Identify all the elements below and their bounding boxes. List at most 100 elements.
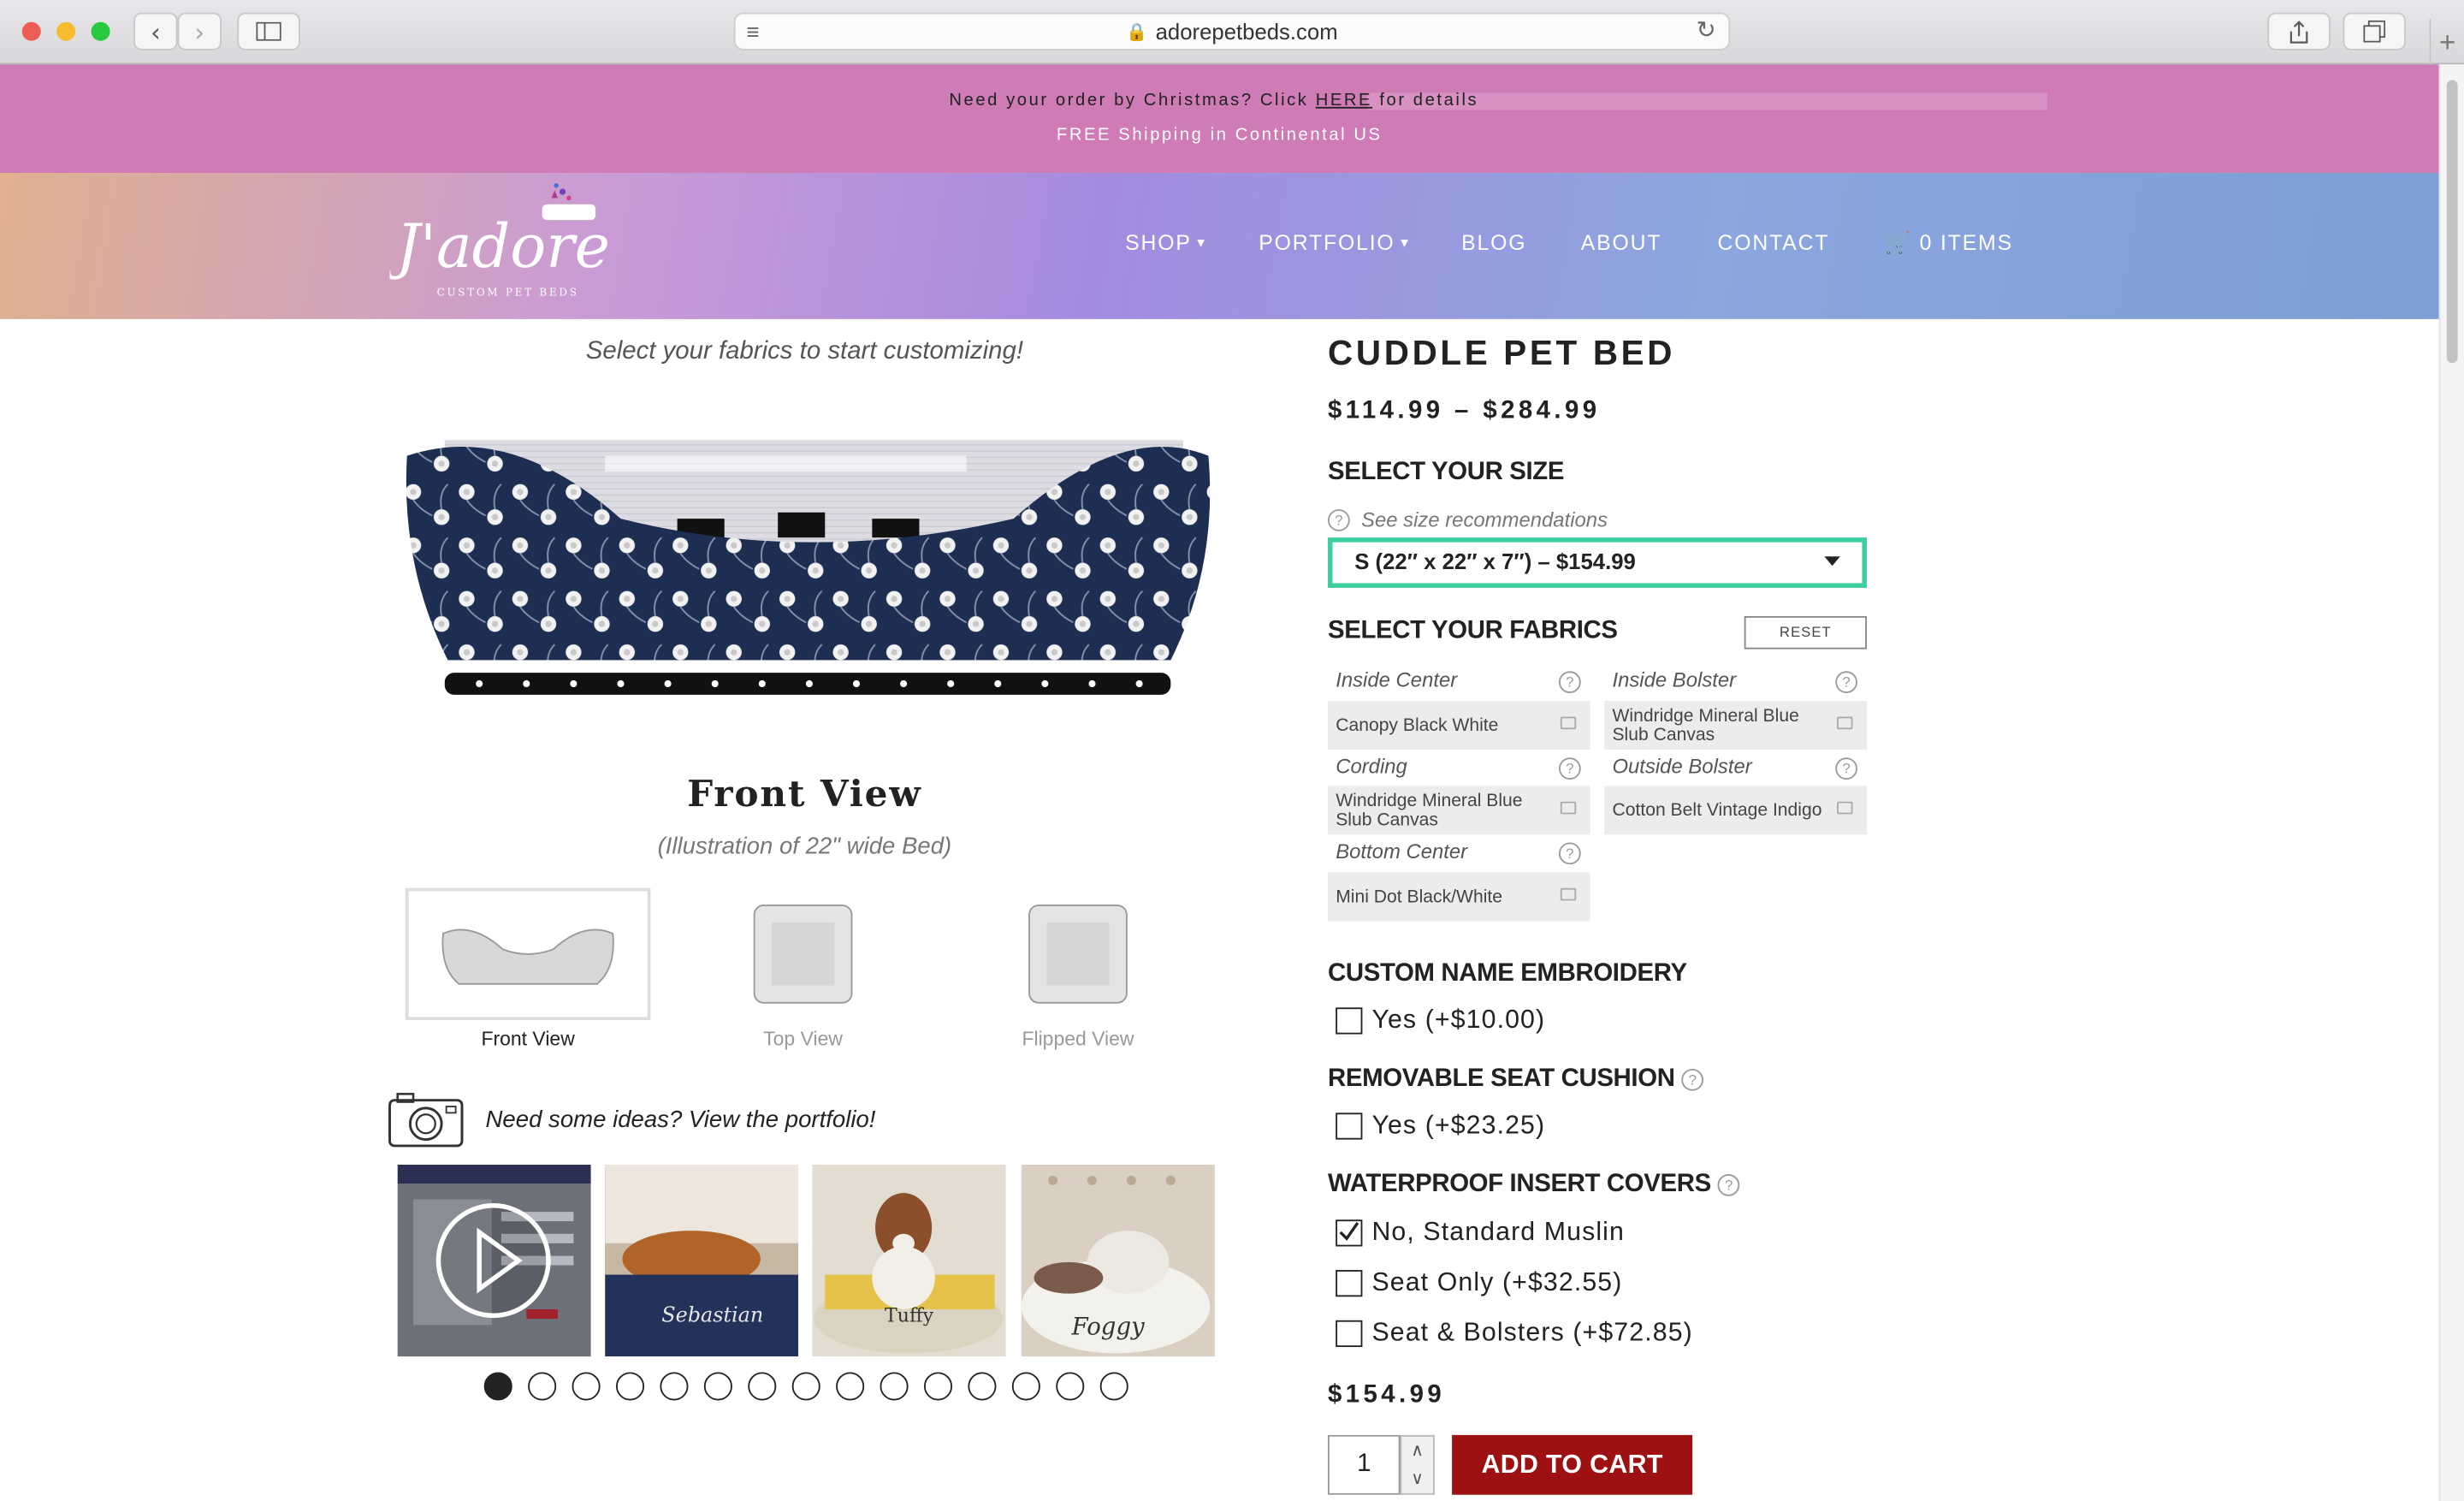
portfolio-prompt[interactable]: Need some ideas? View the portfolio! — [486, 1106, 876, 1133]
promo-christmas-text: Need your order by Christmas? Click HERE… — [949, 92, 1478, 110]
carousel-dot[interactable] — [748, 1372, 777, 1402]
carousel-dot[interactable] — [1099, 1372, 1128, 1402]
size-select[interactable]: S (22″ x 22″ x 7″) – $154.99 — [1328, 537, 1867, 588]
help-icon[interactable]: ? — [1717, 1174, 1740, 1196]
promo-here-link[interactable]: HERE — [1316, 92, 1372, 110]
nav-blog[interactable]: BLOG — [1461, 231, 1526, 255]
tabs-overview-button[interactable] — [2343, 12, 2406, 50]
site-header — [0, 173, 2439, 319]
help-icon[interactable]: ? — [1681, 1068, 1704, 1091]
help-icon[interactable]: ? — [1835, 671, 1857, 693]
new-tab-button[interactable]: + — [2429, 19, 2464, 67]
quantity-stepper[interactable]: ∧ ∨ — [1400, 1434, 1435, 1495]
carousel-dot[interactable] — [835, 1372, 865, 1402]
promo-text-prefix: Need your order by Christmas? Click — [949, 91, 1309, 110]
nav-shop[interactable]: SHOP ▼ — [1125, 231, 1209, 255]
cushion-heading: REMOVABLE SEAT CUSHION ? — [1328, 1065, 1704, 1094]
portfolio-thumb-sebastian[interactable]: Sebastian — [605, 1164, 799, 1357]
help-icon[interactable]: ? — [1559, 842, 1581, 865]
fabric-picker-inside-center[interactable]: Canopy Black White — [1328, 701, 1590, 750]
carousel-dot[interactable] — [572, 1372, 601, 1402]
top-view-thumb[interactable]: Top View — [680, 888, 926, 1061]
scrollbar-thumb[interactable] — [2446, 80, 2458, 364]
forward-button[interactable]: › — [177, 12, 222, 50]
fabric-picker-cording[interactable]: Windridge Mineral Blue Slub Canvas — [1328, 786, 1590, 835]
flipped-view-thumb[interactable]: Flipped View — [956, 888, 1201, 1061]
help-icon[interactable]: ? — [1559, 671, 1581, 693]
size-rec-label: See size recommendations — [1361, 507, 1608, 531]
add-to-cart-button[interactable]: ADD TO CART — [1452, 1434, 1693, 1495]
nav-cart[interactable]: 🛒 0 ITEMS — [1884, 231, 2013, 256]
carousel-dot[interactable] — [528, 1372, 557, 1402]
fabric-picker-outside-bolster[interactable]: Cotton Belt Vintage Indigo — [1604, 786, 1867, 835]
help-icon[interactable]: ? — [1559, 757, 1581, 780]
swatch-icon — [1560, 887, 1577, 901]
carousel-dot[interactable] — [615, 1372, 645, 1402]
chevron-down-icon[interactable]: ∨ — [1401, 1465, 1433, 1493]
address-bar[interactable]: ≡ 🔒 adorepetbeds.com ↻ — [733, 12, 1731, 50]
flipped-bed-icon — [1028, 905, 1128, 1004]
embroidery-checkbox[interactable] — [1336, 1007, 1363, 1035]
waterproof-standard-label: No, Standard Muslin — [1371, 1218, 1625, 1247]
top-bed-icon — [753, 905, 853, 1004]
close-window-button[interactable] — [21, 21, 41, 41]
nav-portfolio[interactable]: PORTFOLIO ▼ — [1259, 231, 1412, 255]
waterproof-seat-checkbox[interactable] — [1336, 1270, 1363, 1297]
cushion-checkbox[interactable] — [1336, 1112, 1363, 1140]
help-icon[interactable]: ? — [1835, 757, 1857, 780]
chevron-left-icon: ‹ — [150, 16, 161, 47]
sidebar-toggle-button[interactable] — [237, 12, 300, 50]
carousel-dot[interactable] — [880, 1372, 909, 1402]
carousel-dot[interactable] — [703, 1372, 733, 1402]
nav-about[interactable]: ABOUT — [1581, 231, 1662, 255]
swatch-icon — [1560, 801, 1577, 815]
back-button[interactable]: ‹ — [133, 12, 178, 50]
nav-shop-label: SHOP — [1125, 230, 1192, 255]
fabric-picker-inside-bolster[interactable]: Windridge Mineral Blue Slub Canvas — [1604, 701, 1867, 750]
waterproof-standard-checkbox[interactable] — [1336, 1219, 1363, 1247]
nav-contact[interactable]: CONTACT — [1718, 231, 1830, 255]
nav-portfolio-label: PORTFOLIO — [1259, 230, 1395, 255]
reset-button[interactable]: RESET — [1744, 615, 1867, 650]
chevron-up-icon[interactable]: ∧ — [1401, 1437, 1433, 1465]
carousel-dot[interactable] — [1011, 1372, 1041, 1402]
waterproof-heading-text: WATERPROOF INSERT COVERS — [1328, 1171, 1711, 1198]
portfolio-thumb-foggy[interactable]: Foggy — [1021, 1164, 1215, 1357]
maximize-window-button[interactable] — [91, 21, 110, 41]
fabric-value: Windridge Mineral Blue Slub Canvas — [1612, 706, 1799, 745]
quantity-input[interactable]: 1 — [1328, 1434, 1401, 1495]
carousel-dot[interactable] — [483, 1372, 513, 1402]
carousel-dot[interactable] — [923, 1372, 953, 1402]
url-text: adorepetbeds.com — [1155, 19, 1338, 44]
size-recommendations-link[interactable]: ? See size recommendations — [1328, 507, 1608, 531]
fabric-picker-bottom-center[interactable]: Mini Dot Black/White — [1328, 872, 1590, 922]
product-title: CUDDLE PET BED — [1328, 333, 1676, 373]
carousel-dot[interactable] — [968, 1372, 997, 1402]
portfolio-video-thumb[interactable] — [397, 1164, 591, 1357]
embroidery-heading: CUSTOM NAME EMBROIDERY — [1328, 960, 1687, 988]
waterproof-seat-bolsters-checkbox[interactable] — [1336, 1320, 1363, 1348]
tabs-icon — [2363, 20, 2386, 43]
bed-illustration — [406, 440, 1211, 695]
front-bed-icon — [441, 928, 614, 985]
portfolio-thumb-tuffy[interactable]: Tuffy — [812, 1164, 1006, 1357]
minimize-window-button[interactable] — [56, 21, 76, 41]
caret-down-icon: ▼ — [1194, 235, 1209, 251]
share-button[interactable] — [2267, 12, 2331, 50]
carousel-dot[interactable] — [660, 1372, 689, 1402]
reload-icon[interactable]: ↻ — [1697, 15, 1716, 44]
promo-banner: Need your order by Christmas? Click HERE… — [0, 64, 2439, 174]
front-view-thumb[interactable]: Front View — [405, 887, 651, 1061]
carousel-dot[interactable] — [791, 1372, 821, 1402]
fabric-label-inside-bolster: Inside Bolster — [1612, 667, 1737, 692]
price-range: $114.99 – $284.99 — [1328, 397, 1601, 424]
site-logo[interactable]: J'adore CUSTOM PET BEDS — [390, 176, 610, 306]
front-view-label: Front View — [481, 1028, 575, 1050]
carousel-dot[interactable] — [1055, 1372, 1085, 1402]
page-scrollbar[interactable] — [2438, 64, 2464, 1501]
swatch-icon — [1837, 716, 1853, 730]
fabric-value: Windridge Mineral Blue Slub Canvas — [1336, 791, 1523, 829]
carousel-dots — [483, 1372, 1128, 1402]
reader-icon[interactable]: ≡ — [746, 19, 759, 44]
cart-icon: 🛒 — [1884, 230, 1912, 255]
